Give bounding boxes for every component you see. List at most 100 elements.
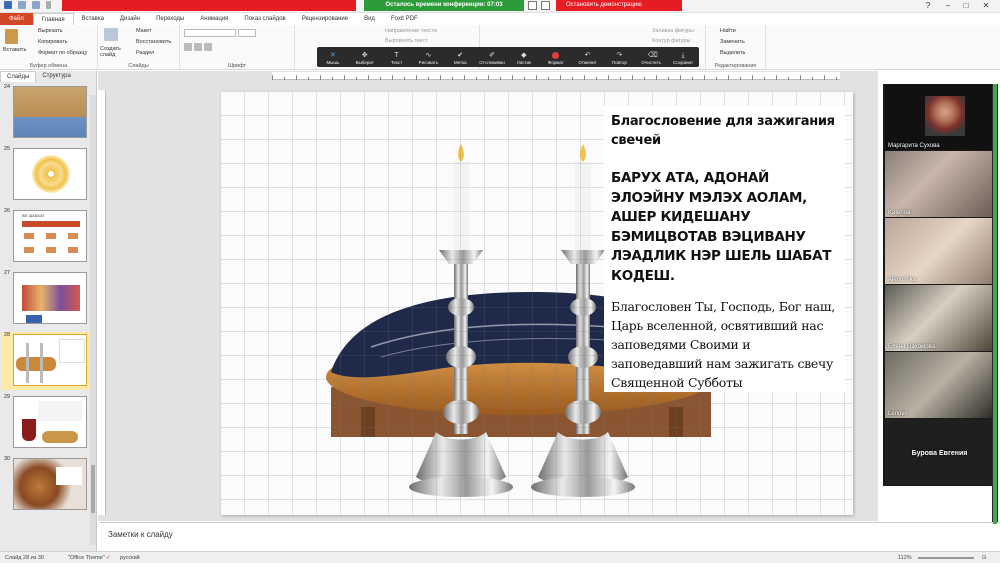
replace-button[interactable]: Заменить: [720, 39, 745, 45]
stop-demo-button[interactable]: Остановить демонстрацию: [556, 0, 682, 11]
format-icon: [552, 52, 560, 59]
zoom-level[interactable]: 112%: [898, 555, 912, 561]
tab-home[interactable]: Главная: [32, 13, 74, 25]
annotate-tool-button[interactable]: ◆ Ластик: [510, 52, 538, 65]
thumbnail-image: [13, 458, 87, 510]
slide-thumbnail[interactable]: 24: [2, 84, 94, 142]
annotate-tool-button[interactable]: ⤓ Сохранит: [669, 52, 697, 65]
annotate-tool-button[interactable]: Формат: [542, 52, 570, 65]
fit-slide-icon[interactable]: ⊡: [982, 555, 987, 561]
slide-thumbnail[interactable]: 27: [2, 270, 94, 328]
redo-icon[interactable]: [32, 1, 40, 9]
slide-thumbnail[interactable]: 25: [2, 146, 94, 204]
annotate-tool-button[interactable]: ✥ Выберит: [351, 52, 379, 65]
tab-file[interactable]: Файл: [0, 13, 33, 25]
scrollbar-thumb[interactable]: [993, 84, 997, 524]
paste-icon[interactable]: [5, 29, 18, 44]
find-button[interactable]: Найти: [720, 28, 736, 34]
tab-review[interactable]: Рецензирование: [294, 13, 356, 25]
tab-foxit-pdf[interactable]: Foxit PDF: [383, 13, 426, 25]
participants-scrollbar[interactable]: [992, 84, 998, 524]
annotate-tool-button[interactable]: ✐ Отслеживан: [478, 52, 506, 65]
maximize-icon[interactable]: □: [956, 0, 976, 12]
ruler-tick: [692, 77, 693, 80]
underline-icon[interactable]: [204, 43, 212, 51]
pause-share-button[interactable]: [528, 1, 537, 10]
undo-icon[interactable]: [18, 1, 26, 9]
annotate-tool-button[interactable]: ⌫ Очистить: [637, 52, 665, 65]
slide-thumbnail-current[interactable]: 28: [2, 332, 94, 390]
font-size-select[interactable]: [238, 29, 256, 37]
tab-slideshow[interactable]: Показ слайдов: [236, 13, 293, 25]
select-button[interactable]: Выделить: [720, 50, 745, 56]
participant-tile[interactable]: Lenovo: [885, 352, 994, 418]
annotate-tool-button[interactable]: T Текст: [383, 52, 411, 65]
participant-tile[interactable]: Бурова Евгения: [885, 419, 994, 485]
new-slide-icon[interactable]: [104, 28, 118, 41]
blessing-text-box[interactable]: Благословение для зажигания свечей БАРУХ…: [604, 106, 845, 392]
slide-thumbnail[interactable]: 26 ВЕ ШАББАТ: [2, 208, 94, 266]
font-family-select[interactable]: [184, 29, 236, 37]
meeting-timer: Осталось времени конференции: 07:03: [364, 0, 524, 11]
reset-button[interactable]: Восстановить: [136, 39, 171, 45]
tab-slides[interactable]: Слайды: [0, 71, 37, 82]
participant-tile[interactable]: Елена Пахомова: [885, 285, 994, 351]
help-icon[interactable]: ?: [918, 0, 938, 12]
editing-group: Найти Заменить Выделить Редактирование: [706, 25, 766, 70]
align-text-button[interactable]: Выровнять текст: [385, 38, 428, 44]
annotation-toolbar: ✕ Мышь ✥ Выберит T Текст ∿ Рисовать ✔ Метка ✐ Отсле…: [317, 47, 699, 67]
tab-design[interactable]: Дизайн: [112, 13, 148, 25]
text-icon: T: [394, 52, 399, 59]
zoom-slider[interactable]: [918, 557, 974, 559]
text-direction-button[interactable]: Направление текста: [385, 28, 437, 34]
ruler-tick: [608, 75, 609, 80]
participants-panel: Маргарита Сухова Katerina Alenushka Елен…: [883, 84, 994, 486]
ruler-tick: [752, 75, 753, 80]
copy-button[interactable]: Копировать: [38, 39, 68, 45]
notes-placeholder: Заметки к слайду: [108, 530, 173, 539]
format-painter-button[interactable]: Формат по образцу: [38, 50, 87, 56]
ruler-tick: [728, 75, 729, 80]
paste-button[interactable]: Вставить: [3, 47, 26, 53]
minimize-icon[interactable]: –: [938, 0, 958, 12]
layout-button[interactable]: Макет: [136, 28, 152, 34]
thumbnail-title: ВЕ ШАББАТ: [22, 213, 45, 218]
thumbnail-list: 24 25 26 ВЕ ШАББАТ 27 28 29 30: [0, 84, 97, 544]
annotate-tool-button[interactable]: ↷ Повтор: [605, 52, 633, 65]
shape-outline-button[interactable]: Контур фигуры: [652, 38, 690, 44]
spotlight-icon: ✐: [489, 52, 495, 59]
shape-fill-button[interactable]: Заливка фигуры: [652, 28, 694, 34]
section-button[interactable]: Раздел: [136, 50, 154, 56]
participant-tile[interactable]: Маргарита Сухова: [885, 84, 994, 150]
new-slide-button[interactable]: Создать слайд: [100, 46, 126, 58]
italic-icon[interactable]: [194, 43, 202, 51]
annotate-tool-button[interactable]: ✕ Мышь: [319, 52, 347, 65]
slide-notes[interactable]: Заметки к слайду: [100, 522, 1000, 549]
annotate-tool-button[interactable]: ∿ Рисовать: [414, 52, 442, 65]
slide-thumbnail[interactable]: 30: [2, 456, 94, 514]
panel-scrollbar[interactable]: [90, 95, 96, 545]
language-indicator[interactable]: русский: [120, 555, 140, 561]
ruler-tick: [344, 75, 345, 80]
participant-tile[interactable]: Katerina: [885, 151, 994, 217]
customize-icon[interactable]: [46, 1, 51, 9]
tab-view[interactable]: Вид: [356, 13, 383, 25]
ruler-tick: [404, 77, 405, 80]
annotate-tool-button[interactable]: ↶ Отменит: [574, 52, 602, 65]
bold-icon[interactable]: [184, 43, 192, 51]
spellcheck-icon[interactable]: ✓: [106, 555, 111, 561]
close-icon[interactable]: ✕: [976, 0, 996, 12]
participant-tile[interactable]: Alenushka: [885, 218, 994, 284]
cut-button[interactable]: Вырезать: [38, 28, 62, 34]
scrollbar-thumb[interactable]: [91, 465, 95, 513]
tab-transitions[interactable]: Переходы: [148, 13, 192, 25]
ruler-tick: [500, 77, 501, 80]
editing-group-label: Редактирование: [714, 63, 757, 69]
tab-structure[interactable]: Структура: [36, 71, 76, 82]
share-options-button[interactable]: [541, 1, 550, 10]
slide-thumbnail[interactable]: 29: [2, 394, 94, 452]
tab-animation[interactable]: Анимация: [192, 13, 236, 25]
tab-insert[interactable]: Вставка: [74, 13, 112, 25]
save-icon[interactable]: [4, 1, 12, 9]
annotate-tool-button[interactable]: ✔ Метка: [446, 52, 474, 65]
